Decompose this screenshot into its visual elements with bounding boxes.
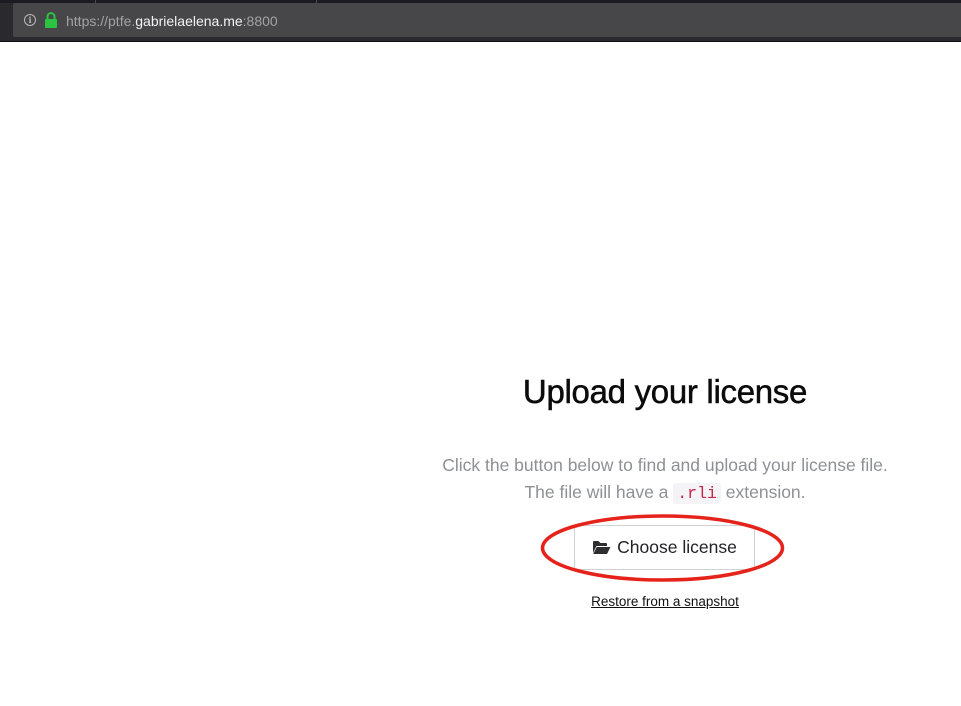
url-host: gabrielaelena.me <box>135 13 243 29</box>
url-scheme: https://ptfe. <box>66 13 136 29</box>
description-text: The file will have a <box>524 482 674 502</box>
restore-snapshot-link[interactable]: Restore from a snapshot <box>565 594 765 609</box>
browser-toolbar: i https://ptfe.gabrielaelena.me:8800 <box>0 0 961 42</box>
url-port: :8800 <box>242 13 278 29</box>
lock-icon <box>45 12 57 28</box>
url-text[interactable]: https://ptfe.gabrielaelena.me:8800 <box>66 13 278 29</box>
folder-open-icon <box>593 541 611 554</box>
description-text: extension. <box>720 482 806 502</box>
toolbar-border <box>0 41 961 42</box>
choose-license-label: Choose license <box>617 537 737 557</box>
file-extension-code: .rli <box>673 483 721 504</box>
choose-license-button[interactable]: Choose license <box>574 525 755 570</box>
address-bar[interactable]: i https://ptfe.gabrielaelena.me:8800 <box>13 3 961 37</box>
description: Click the button below to find and uploa… <box>415 452 915 507</box>
page-title: Upload your license <box>522 373 808 411</box>
description-line-2: The file will have a .rli extension. <box>415 479 915 507</box>
upload-panel: Upload your license Click the button bel… <box>415 370 915 507</box>
description-line-1: Click the button below to find and uploa… <box>442 455 888 475</box>
info-icon[interactable]: i <box>24 14 36 26</box>
